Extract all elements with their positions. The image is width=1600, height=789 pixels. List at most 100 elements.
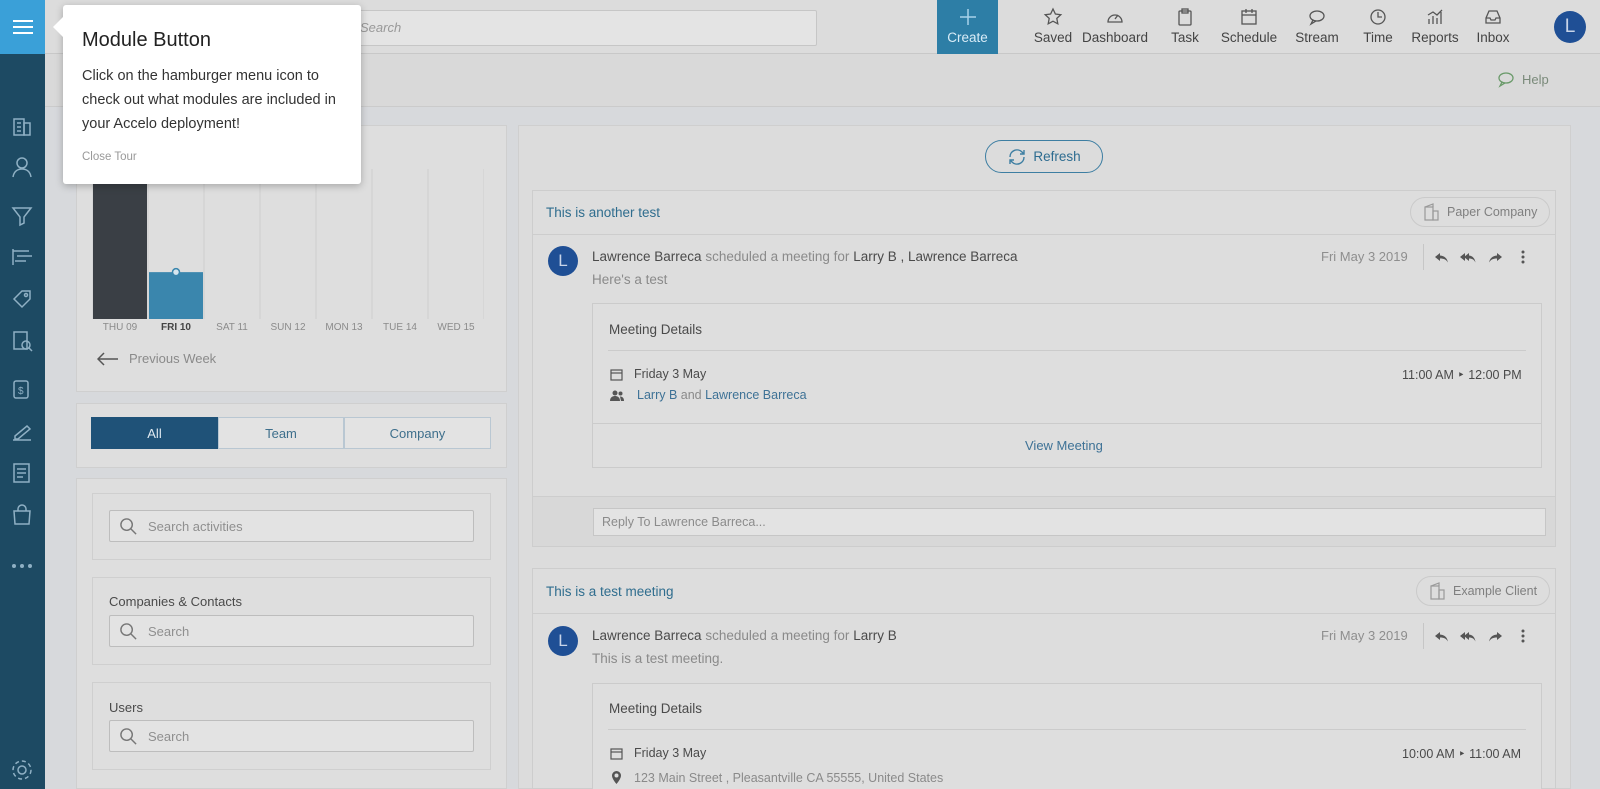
saved-label: Saved: [1033, 30, 1073, 45]
arrow-left-icon: [97, 351, 118, 366]
create-button[interactable]: Create: [937, 0, 998, 54]
meeting-time: 11:00 AM ‣ 12:00 PM: [1402, 368, 1522, 382]
attendees-line: Larry B and Lawrence Barreca: [637, 388, 807, 402]
refresh-button[interactable]: Refresh: [985, 140, 1103, 173]
hamburger-menu-icon[interactable]: [0, 0, 45, 54]
products-icon[interactable]: [8, 501, 36, 529]
activity-bar-chart: [92, 169, 484, 319]
search-activities-placeholder: Search activities: [148, 519, 243, 534]
schedule-label: Schedule: [1220, 30, 1278, 45]
tab-all[interactable]: All: [91, 417, 218, 449]
inbox-label: Inbox: [1476, 30, 1510, 45]
location-pin-icon: [612, 771, 621, 784]
companies-icon[interactable]: [8, 111, 36, 139]
recipients-text[interactable]: Larry B , Lawrence Barreca: [853, 249, 1017, 264]
attendee-join: and: [680, 388, 702, 402]
user-avatar[interactable]: L: [1554, 11, 1586, 43]
global-search-input[interactable]: Search: [345, 10, 817, 46]
reply-all-icon[interactable]: [1460, 249, 1476, 265]
billing-icon[interactable]: $: [8, 375, 36, 403]
previous-week-label: Previous Week: [129, 351, 217, 366]
activity-summary-line: Lawrence Barreca scheduled a meeting for…: [592, 249, 1018, 264]
users-label: Users: [109, 700, 143, 715]
reply-input[interactable]: Reply To Lawrence Barreca...: [593, 508, 1546, 536]
chart-bar[interactable]: [93, 177, 147, 319]
meeting-time: 10:00 AM ‣ 11:00 AM: [1402, 747, 1522, 761]
search-icon: [120, 728, 137, 745]
activity-title-link[interactable]: This is another test: [546, 205, 660, 220]
close-tour-link[interactable]: Close Tour: [82, 151, 137, 163]
time-button[interactable]: Time: [1355, 0, 1401, 54]
reply-all-icon[interactable]: [1460, 628, 1476, 644]
sales-funnel-icon[interactable]: [8, 201, 36, 229]
calendar-icon: [610, 369, 623, 381]
more-options-icon[interactable]: [1515, 628, 1531, 644]
requests-icon[interactable]: [8, 327, 36, 355]
chart-bar[interactable]: [149, 272, 203, 319]
company-tag[interactable]: Paper Company: [1410, 197, 1551, 227]
action-text: scheduled a meeting for: [705, 628, 850, 643]
previous-week-button[interactable]: Previous Week: [97, 351, 216, 366]
more-modules-icon[interactable]: [8, 552, 36, 580]
activity-date: Fri May 3 2019: [1321, 628, 1408, 643]
tab-team[interactable]: Team: [218, 417, 344, 449]
activity-date: Fri May 3 2019: [1321, 249, 1408, 264]
clock-icon: [1370, 9, 1386, 25]
task-button[interactable]: Task: [1160, 0, 1210, 54]
stream-button[interactable]: Stream: [1287, 0, 1347, 54]
stream-label: Stream: [1295, 30, 1339, 45]
activity-title-link[interactable]: This is a test meeting: [546, 584, 674, 599]
activity-body: Here's a test: [592, 272, 668, 287]
forward-icon[interactable]: [1487, 249, 1503, 265]
forward-icon[interactable]: [1487, 628, 1503, 644]
help-button[interactable]: Help: [1497, 70, 1549, 88]
author-avatar[interactable]: L: [548, 626, 578, 656]
refresh-icon: [1009, 148, 1026, 165]
meeting-details-title: Meeting Details: [609, 322, 703, 337]
companies-search-input[interactable]: Search: [109, 615, 474, 647]
plus-icon: [959, 9, 976, 25]
users-search-placeholder: Search: [148, 729, 190, 744]
reports-button[interactable]: Reports: [1403, 0, 1467, 54]
bar-chart-icon: [1427, 9, 1443, 24]
timesheets-icon[interactable]: [8, 418, 36, 446]
chart-day-label: SUN 12: [270, 322, 306, 333]
users-search-input[interactable]: Search: [109, 720, 474, 752]
svg-text:$: $: [18, 386, 24, 397]
reply-icon[interactable]: [1434, 249, 1450, 265]
calendar-icon: [610, 748, 623, 760]
chart-day-label: WED 15: [437, 322, 475, 333]
view-meeting-link[interactable]: View Meeting: [1025, 438, 1103, 453]
settings-gear-icon[interactable]: [8, 756, 36, 784]
search-activities-input[interactable]: Search activities: [109, 510, 474, 542]
more-options-icon[interactable]: [1515, 249, 1531, 265]
company-tag[interactable]: Example Client: [1416, 576, 1551, 606]
dashboard-button[interactable]: Dashboard: [1075, 0, 1155, 54]
invoices-icon[interactable]: [8, 459, 36, 487]
search-icon: [120, 623, 137, 640]
gauge-icon: [1107, 14, 1123, 23]
author-name[interactable]: Lawrence Barreca: [592, 249, 702, 264]
attendee-link[interactable]: Lawrence Barreca: [705, 388, 806, 402]
projects-icon[interactable]: [8, 243, 36, 271]
companies-search-placeholder: Search: [148, 624, 190, 639]
chart-day-label: MON 13: [325, 322, 363, 333]
tab-company[interactable]: Company: [344, 417, 491, 449]
time-label: Time: [1363, 30, 1393, 45]
tickets-icon[interactable]: [8, 285, 36, 313]
author-name[interactable]: Lawrence Barreca: [592, 628, 702, 643]
building-icon: [1430, 582, 1445, 600]
tour-body: Click on the hamburger menu icon to chec…: [82, 68, 336, 132]
recipients-text[interactable]: Larry B: [853, 628, 897, 643]
chat-bubbles-icon: [1309, 10, 1325, 26]
attendee-link[interactable]: Larry B: [637, 388, 677, 402]
meeting-details-title: Meeting Details: [609, 701, 703, 716]
inbox-button[interactable]: Inbox: [1467, 0, 1519, 54]
author-avatar[interactable]: L: [548, 246, 578, 276]
search-icon: [120, 518, 137, 535]
contacts-icon[interactable]: [8, 153, 36, 181]
chart-day-label: TUE 14: [383, 322, 417, 333]
chart-day-label: FRI 10: [160, 322, 191, 333]
schedule-button[interactable]: Schedule: [1214, 0, 1284, 54]
reply-icon[interactable]: [1434, 628, 1450, 644]
